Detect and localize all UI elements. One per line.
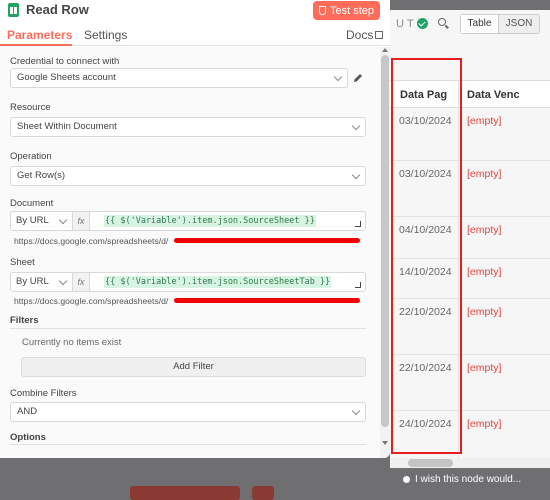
sheet-label: Sheet bbox=[10, 257, 35, 268]
sheet-expression: {{ $('Variable').item.json.SourceSheetTa… bbox=[104, 276, 332, 288]
chevron-down-icon bbox=[351, 170, 361, 180]
sheet-mode-value: By URL bbox=[16, 276, 49, 287]
pencil-icon[interactable] bbox=[353, 73, 363, 83]
background-button bbox=[252, 486, 274, 500]
table-cell: [empty] bbox=[467, 306, 502, 318]
chevron-down-icon bbox=[58, 215, 68, 225]
view-table-button[interactable]: Table bbox=[461, 15, 499, 33]
resource-value: Sheet Within Document bbox=[17, 121, 117, 132]
table-cell: [empty] bbox=[467, 115, 502, 127]
output-toolbar: UT Table JSON bbox=[390, 10, 550, 38]
tab-settings[interactable]: Settings bbox=[84, 28, 127, 42]
node-title[interactable]: Read Row bbox=[26, 2, 89, 17]
node-settings-panel: Read Row Test step Parameters Settings D… bbox=[0, 0, 390, 458]
chevron-down-icon bbox=[333, 72, 343, 82]
feedback-hint[interactable]: I wish this node would... bbox=[390, 468, 550, 488]
test-step-button[interactable]: Test step bbox=[313, 1, 380, 20]
parameters-form: Credential to connect with Google Sheets… bbox=[0, 47, 380, 458]
document-mode-select[interactable]: By URL bbox=[10, 211, 73, 231]
view-toggle: Table JSON bbox=[460, 14, 540, 34]
redaction-mark bbox=[174, 298, 360, 303]
document-expression-input[interactable]: {{ $('Variable').item.json.SourceSheet }… bbox=[90, 211, 366, 231]
credential-value: Google Sheets account bbox=[17, 72, 116, 83]
table-cell: [empty] bbox=[467, 362, 502, 374]
credential-select[interactable]: Google Sheets account bbox=[10, 68, 348, 88]
form-scrollbar[interactable] bbox=[380, 47, 390, 458]
divider bbox=[10, 328, 366, 329]
external-link-icon bbox=[375, 31, 384, 39]
chevron-down-icon bbox=[351, 406, 361, 416]
divider bbox=[10, 444, 366, 445]
background-button bbox=[130, 486, 240, 500]
table-horizontal-scrollbar[interactable] bbox=[390, 458, 550, 468]
document-mode-value: By URL bbox=[16, 215, 49, 226]
lightbulb-icon bbox=[403, 476, 410, 483]
resource-label: Resource bbox=[10, 102, 51, 113]
view-json-button[interactable]: JSON bbox=[499, 15, 539, 33]
check-icon bbox=[417, 18, 428, 29]
combine-value: AND bbox=[17, 406, 38, 417]
credential-label: Credential to connect with bbox=[10, 56, 120, 67]
chevron-down-icon bbox=[351, 121, 361, 131]
operation-label: Operation bbox=[10, 151, 52, 162]
panel-tabs: Parameters Settings Docs bbox=[0, 24, 390, 46]
fx-icon[interactable]: fx bbox=[73, 211, 90, 231]
annotation-highlight-box bbox=[391, 58, 462, 454]
column-header[interactable]: Data Venc bbox=[467, 89, 520, 101]
search-icon[interactable] bbox=[438, 18, 446, 26]
fx-icon[interactable]: fx bbox=[73, 272, 90, 292]
document-label: Document bbox=[10, 198, 54, 209]
panel-header: Read Row Test step bbox=[0, 0, 390, 22]
tab-parameters[interactable]: Parameters bbox=[7, 28, 72, 42]
redaction-mark bbox=[174, 238, 360, 243]
table-cell: [empty] bbox=[467, 418, 502, 430]
document-expression: {{ $('Variable').item.json.SourceSheet }… bbox=[104, 215, 316, 227]
active-tab-indicator bbox=[0, 44, 72, 46]
operation-select[interactable]: Get Row(s) bbox=[10, 166, 366, 186]
sheet-expression-input[interactable]: {{ $('Variable').item.json.SourceSheetTa… bbox=[90, 272, 366, 292]
expand-icon[interactable] bbox=[355, 221, 361, 227]
options-title: Options bbox=[10, 432, 46, 443]
scrollbar-thumb[interactable] bbox=[381, 55, 389, 427]
expand-icon[interactable] bbox=[355, 282, 361, 288]
flask-icon bbox=[318, 6, 326, 15]
scroll-up-icon[interactable] bbox=[382, 48, 388, 52]
sheets-icon bbox=[8, 3, 19, 17]
combine-label: Combine Filters bbox=[10, 388, 77, 399]
test-step-label: Test step bbox=[329, 4, 375, 17]
operation-value: Get Row(s) bbox=[17, 170, 66, 181]
combine-select[interactable]: AND bbox=[10, 402, 366, 422]
chevron-down-icon bbox=[58, 276, 68, 286]
filters-empty-text: Currently no items exist bbox=[22, 337, 122, 348]
table-cell: [empty] bbox=[467, 224, 502, 236]
feedback-hint-text: I wish this node would... bbox=[415, 474, 522, 485]
scrollbar-thumb[interactable] bbox=[408, 459, 453, 467]
scroll-down-icon[interactable] bbox=[382, 441, 388, 445]
filters-title: Filters bbox=[10, 315, 39, 326]
sheet-mode-select[interactable]: By URL bbox=[10, 272, 73, 292]
docs-link[interactable]: Docs bbox=[346, 28, 384, 42]
add-filter-button[interactable]: Add Filter bbox=[21, 357, 366, 377]
table-cell: [empty] bbox=[467, 168, 502, 180]
output-title-fragment: UT bbox=[396, 18, 417, 30]
docs-label: Docs bbox=[346, 28, 374, 42]
resource-select[interactable]: Sheet Within Document bbox=[10, 117, 366, 137]
table-cell: [empty] bbox=[467, 266, 502, 278]
